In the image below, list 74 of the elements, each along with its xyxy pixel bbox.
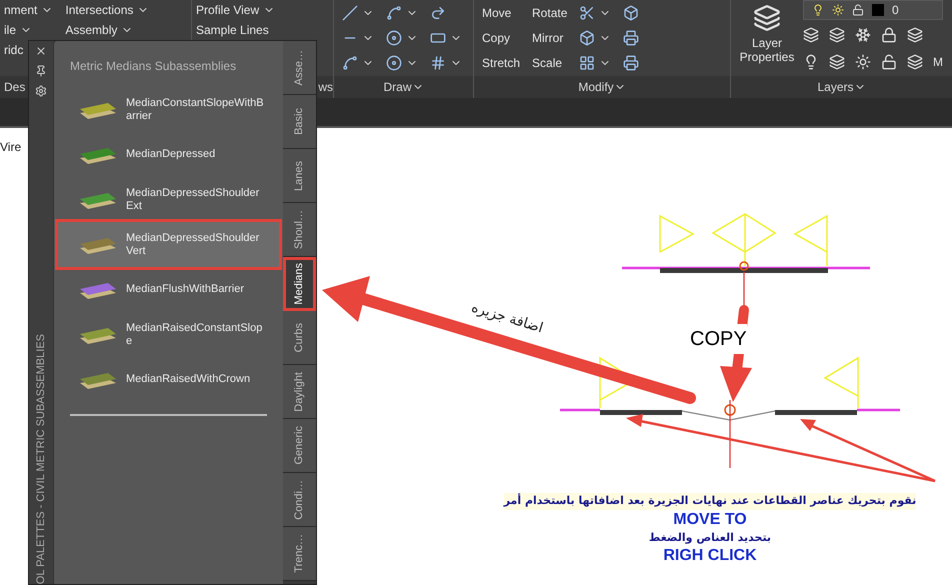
ribbon-tool-button[interactable]: Assembly — [65, 21, 118, 39]
instruction-text: نقوم بتحريك عناصر القطاعات عند نهايات الجزيرة بعد اضافاتها باستخدام أمر — [504, 493, 916, 510]
palette-tab[interactable]: Shoul… — [283, 203, 316, 257]
palette-tab[interactable]: Asse… — [283, 41, 316, 95]
layers-icon — [753, 4, 781, 32]
palette-item[interactable]: MedianRaisedWithCrown — [58, 357, 279, 402]
layer-properties-button[interactable]: Layer Properties — [735, 0, 799, 76]
layer-lock-icon[interactable] — [881, 27, 897, 43]
palette-item[interactable]: MedianRaisedConstantSlop e — [58, 312, 279, 357]
ribbon-tool-button[interactable]: Rotate — [532, 4, 568, 22]
palette-tab[interactable]: Generic — [283, 419, 316, 473]
command-label: MOVE TO — [673, 510, 747, 530]
ribbon-tool-button[interactable]: Profile View — [196, 1, 260, 19]
layer-thaw-icon[interactable] — [855, 54, 871, 70]
view-label: Vire — [0, 139, 22, 156]
layer-unlock-icon[interactable] — [881, 54, 897, 70]
ribbon-tool-button[interactable]: ile — [4, 21, 16, 39]
polyline-icon[interactable] — [430, 4, 446, 21]
palette-item[interactable]: MedianFlushWithBarrier — [58, 267, 279, 312]
palette-item[interactable]: MedianDepressedShoulder Ext — [58, 177, 279, 222]
ribbon-tool-button[interactable]: Copy — [482, 28, 510, 47]
panel-title[interactable]: Layers — [817, 78, 854, 96]
layer-walk-icon[interactable] — [829, 54, 845, 70]
ribbon-tool-button[interactable]: Stretch — [482, 54, 520, 72]
command-label: RIGH CLICK — [663, 546, 757, 566]
circle-icon[interactable] — [386, 30, 402, 46]
curve-icon[interactable] — [342, 55, 358, 72]
layer-isolate-icon[interactable] — [829, 27, 845, 43]
bulb-icon — [812, 4, 824, 16]
palette-tab[interactable]: Condi… — [283, 473, 316, 527]
ribbon-tool-button[interactable]: Move — [482, 4, 512, 22]
ribbon-tool-button[interactable]: ridc — [4, 41, 24, 59]
settings-icon[interactable] — [35, 85, 47, 97]
unlocked-padlock-icon — [852, 4, 864, 16]
hatch-icon[interactable] — [430, 55, 446, 72]
close-icon[interactable] — [35, 45, 47, 57]
arc-icon[interactable] — [386, 4, 402, 21]
palette-tab[interactable]: Basic — [283, 95, 316, 149]
ribbon-tool-button[interactable]: nment — [4, 1, 38, 19]
layer-merge-icon[interactable] — [907, 54, 923, 70]
layer-freeze-icon[interactable] — [855, 27, 871, 43]
palette-item[interactable]: MedianConstantSlopeWithB arrier — [58, 87, 279, 132]
panel-title[interactable]: Modify — [578, 78, 614, 96]
panel-title[interactable]: ws — [318, 78, 333, 96]
layer-off-icon[interactable] — [803, 27, 819, 43]
ribbon-tool-button[interactable]: Intersections — [65, 1, 134, 19]
palette-tab[interactable]: Medians — [283, 257, 316, 311]
ribbon-tool-button[interactable]: Mirror — [532, 28, 564, 47]
palette-tab[interactable]: Lanes — [283, 149, 316, 203]
copy-label: COPY — [690, 324, 747, 354]
palette-heading: Metric Medians Subassemblies — [69, 58, 238, 75]
palette-item[interactable]: MedianDepressed — [58, 132, 279, 177]
palette-tab[interactable]: Daylight — [283, 365, 316, 419]
array-icon[interactable] — [579, 55, 596, 72]
layer-match-icon[interactable] — [907, 27, 923, 43]
center-line — [729, 400, 731, 468]
color-swatch — [872, 4, 884, 16]
line-icon[interactable] — [342, 4, 358, 21]
ellipse-icon[interactable] — [386, 55, 402, 72]
palette-tab[interactable]: Curbs — [283, 311, 316, 365]
trim-icon[interactable] — [579, 4, 596, 21]
palette-item[interactable]: MedianDepressedShoulder Vert — [58, 222, 279, 267]
panel-title[interactable]: Des — [4, 78, 26, 96]
ribbon-tool-button[interactable]: Sample Lines — [196, 21, 269, 39]
sun-icon — [832, 4, 844, 16]
annotation-label: اضافة جزيره — [468, 298, 546, 338]
pin-icon[interactable] — [35, 65, 47, 77]
panel-title[interactable]: Draw — [383, 78, 412, 96]
ribbon-tool-button[interactable]: M — [933, 53, 943, 71]
palette-tab[interactable]: Trenc… — [283, 527, 316, 581]
palette-side-title: OL PALETTES - CIVIL METRIC SUBASSEMBLIES — [34, 332, 48, 584]
instruction-text: بتحديد العناص والضغط — [648, 530, 772, 546]
ribbon-tool-button[interactable]: Scale — [532, 54, 562, 72]
layer-dropdown[interactable]: 0 — [803, 0, 943, 20]
